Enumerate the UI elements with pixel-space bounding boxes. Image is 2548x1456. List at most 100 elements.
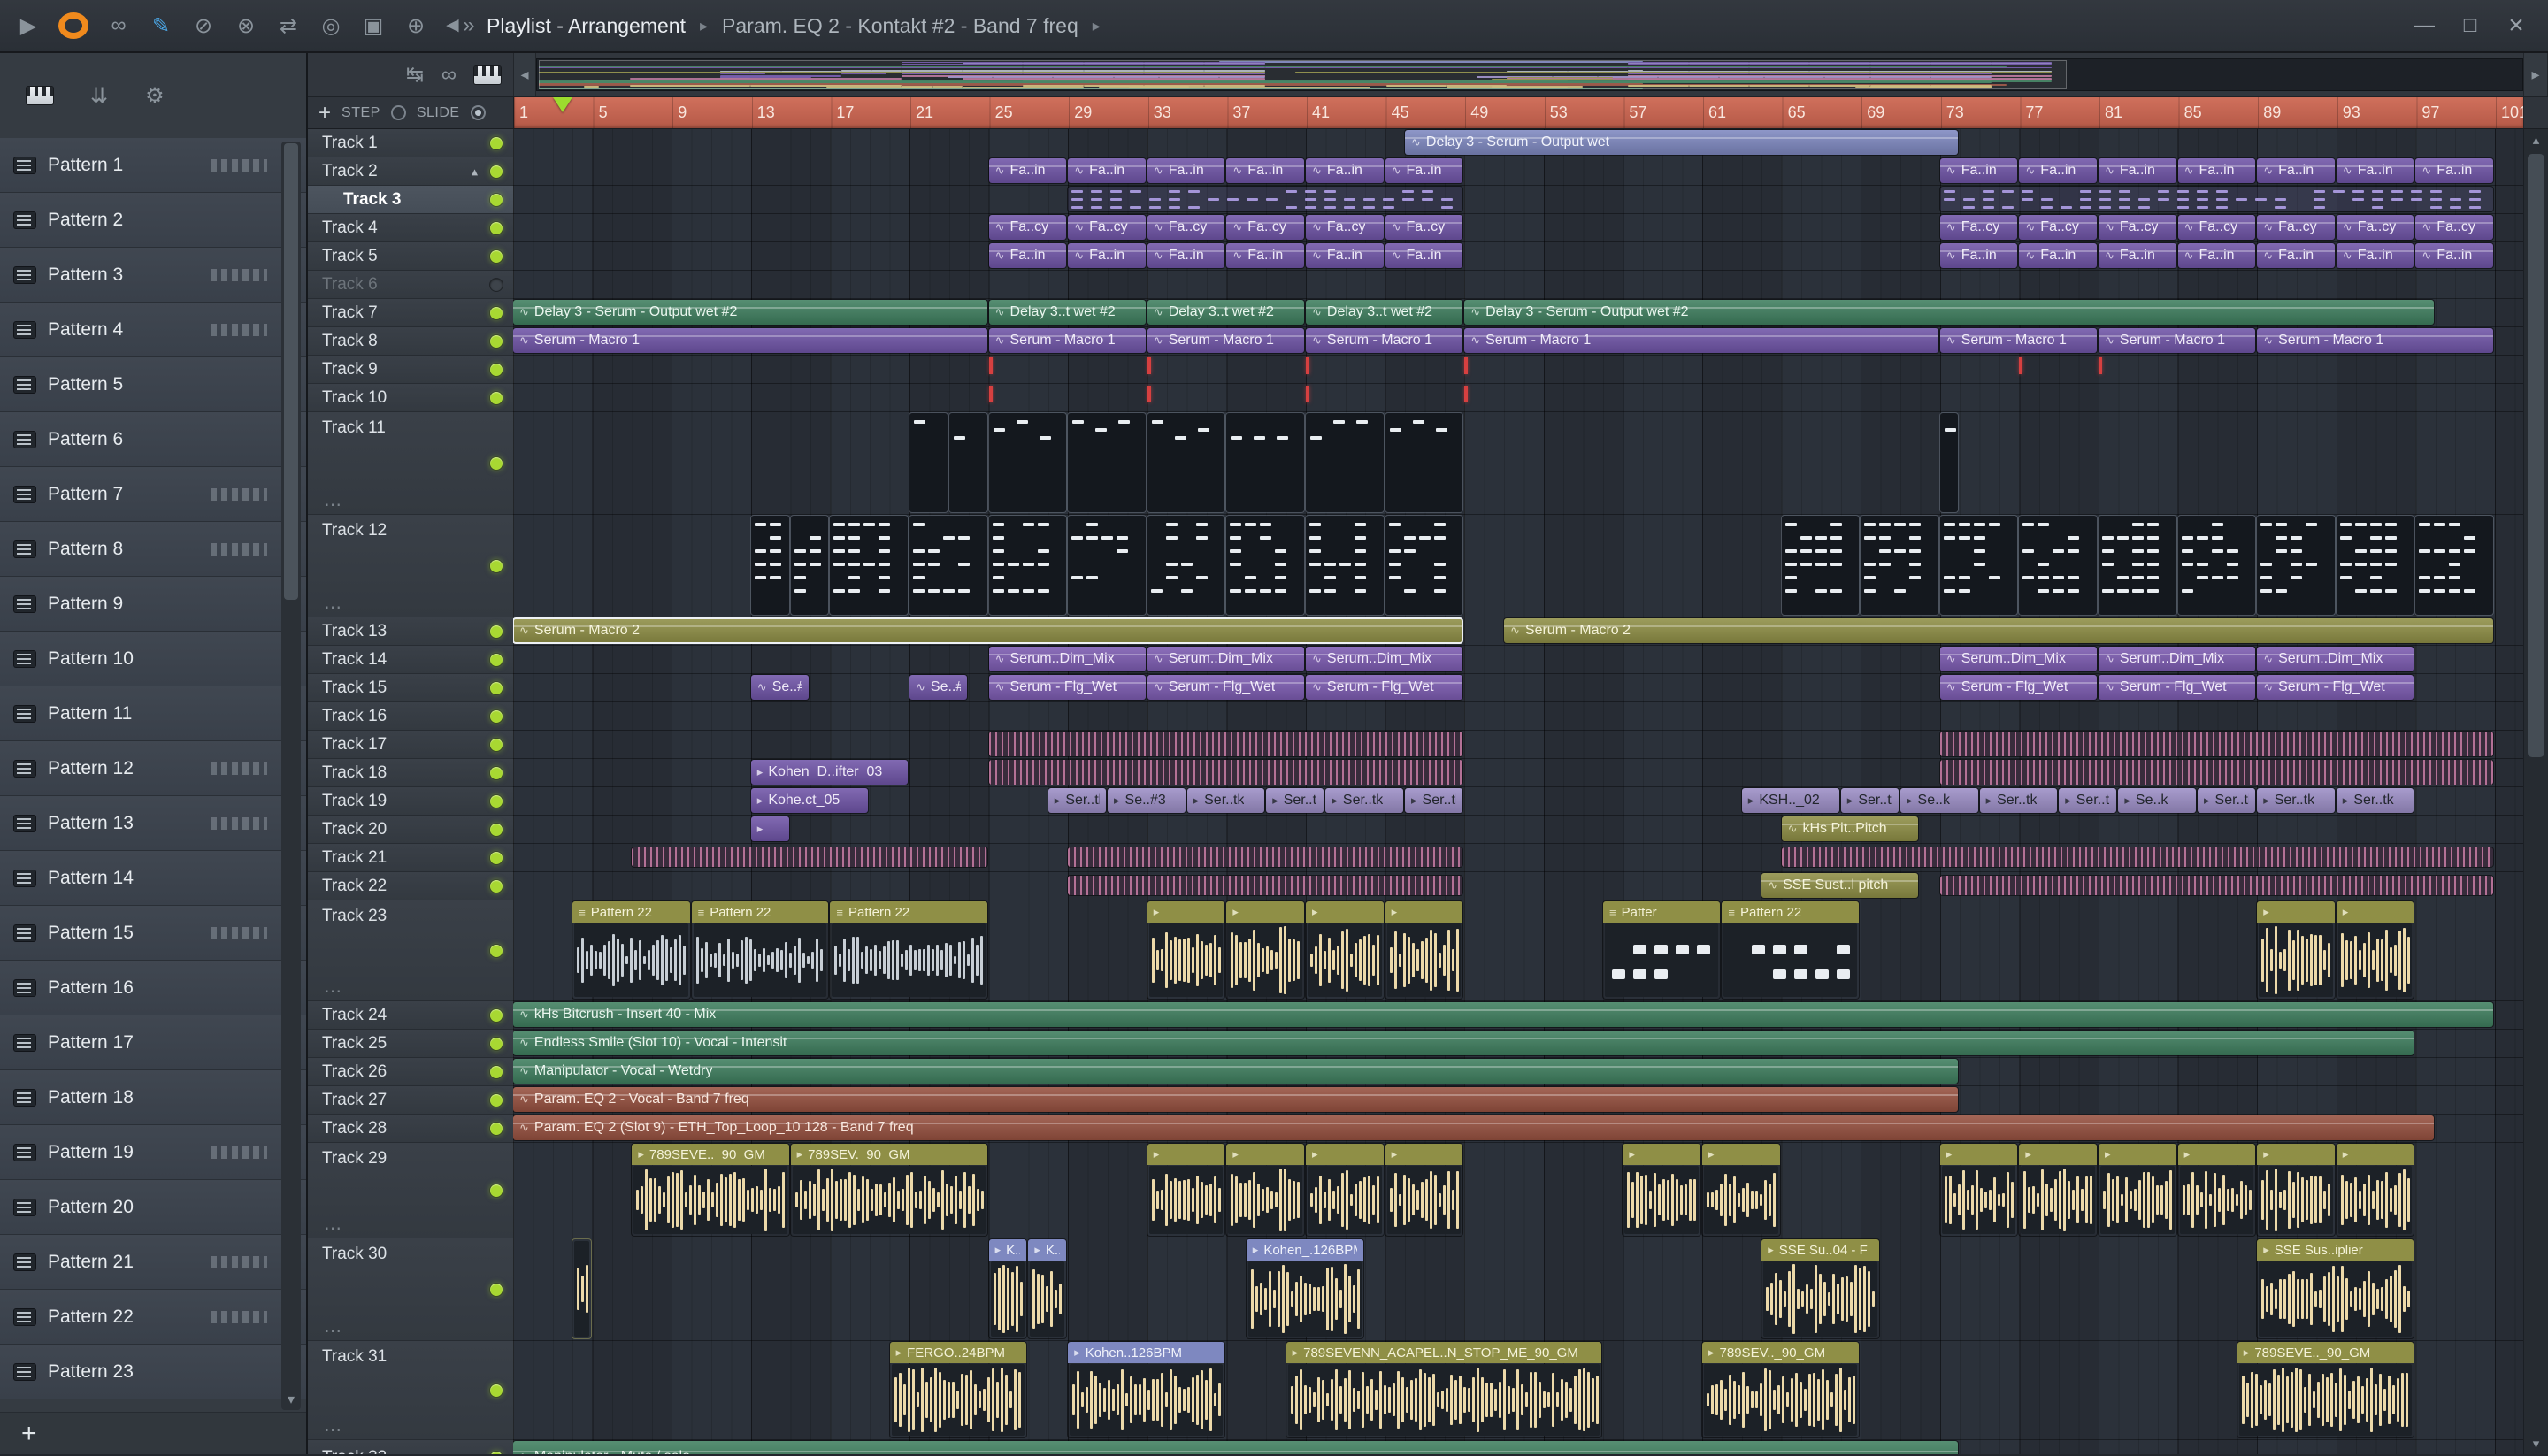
track-lane[interactable]: ▸ K..PM ▸ K..PM ▸ Kohen_.126BPM ▸ SSE Su..04 - … [513, 1238, 2523, 1341]
track-name[interactable]: Track 2 [308, 162, 378, 181]
clip[interactable]: ∿ Serum - Macro 1 [1464, 328, 1938, 353]
track-header[interactable]: Track 4 [308, 214, 513, 242]
midi-clip[interactable] [2415, 516, 2493, 615]
track-header[interactable]: Track 19 [308, 787, 513, 816]
clip[interactable]: ▸ 789SEV.._90_GM [1702, 1342, 1860, 1437]
piano-keys-icon[interactable] [474, 65, 501, 84]
midi-clip[interactable] [1385, 413, 1463, 512]
pattern-item[interactable]: Pattern 10 [0, 632, 306, 686]
mute-led[interactable] [490, 559, 503, 572]
clip[interactable]: ∿ Fa..cy [2177, 215, 2256, 240]
clip[interactable]: ∿ kHs Bitcrush - Insert 40 - Mix [513, 1002, 2493, 1027]
track-name[interactable]: Track 18 [308, 763, 387, 783]
track-size-grip[interactable]: ⋯ [324, 983, 342, 1000]
clip[interactable]: ∿ Fa..in [2257, 158, 2335, 183]
clip[interactable]: ▸ K..PM [1028, 1239, 1067, 1338]
fullscreen-icon[interactable]: ▣ [354, 6, 393, 45]
pattern-item[interactable]: Pattern 2 [0, 193, 306, 248]
clip[interactable]: ▸ [1385, 901, 1463, 999]
midi-clip[interactable] [1147, 516, 1225, 615]
track-header[interactable]: Track 10 [308, 384, 513, 412]
clip[interactable]: ∿ Endless Smile (Slot 10) - Vocal - Inten… [513, 1031, 2414, 1055]
clip[interactable]: ≡ Pattern 22 [691, 901, 829, 999]
clip[interactable]: ∿ Serum - Macro 1 [2099, 328, 2256, 353]
pattern-item[interactable]: Pattern 22 [0, 1290, 306, 1345]
scrollbar-thumb[interactable] [2528, 154, 2544, 757]
clip[interactable]: ▸ [1306, 1144, 1384, 1236]
clip[interactable]: ▸ [1226, 901, 1304, 999]
play-icon[interactable]: ▶ [9, 6, 48, 45]
clip[interactable]: ▸ SSE Sus..iplier [2257, 1239, 2414, 1338]
track-name[interactable]: Track 5 [308, 247, 378, 266]
close-button[interactable]: × [2493, 6, 2539, 45]
slide-link-icon[interactable]: ∞ [441, 63, 457, 88]
clip[interactable]: ▸ Kohen..126BPM [1068, 1342, 1225, 1437]
target-icon[interactable]: ◎ [311, 6, 350, 45]
track-name[interactable]: Track 14 [308, 650, 387, 670]
track-lane[interactable] [513, 731, 2523, 759]
clip[interactable]: ∿ Fa..cy [1939, 215, 2018, 240]
clip[interactable]: ∿ Serum - Macro 1 [513, 328, 987, 353]
clip[interactable]: ∿ SSE Sust..l pitch [1761, 873, 1919, 898]
mute-led[interactable] [490, 851, 503, 864]
clip[interactable] [1939, 732, 2493, 756]
clip[interactable]: ∿ Fa..in [1147, 243, 1225, 268]
mute-led[interactable] [490, 1122, 503, 1135]
clip[interactable]: ∿ Fa..cy [2415, 215, 2493, 240]
timeline-ruler[interactable]: 1 5 9 13 17 21 25 29 33 37 41 45 49 53 57 61 65 69 73 77 81 8… [513, 97, 2523, 128]
track-name[interactable]: Track 12 [308, 521, 387, 540]
gear-icon[interactable]: ⚙ [145, 83, 165, 109]
midi-clip[interactable] [988, 413, 1067, 512]
clip[interactable]: ∿ Fa..cy [2257, 215, 2335, 240]
midi-clip[interactable] [909, 516, 987, 615]
link-icon[interactable]: ∞ [99, 6, 138, 45]
track-lane[interactable]: ▸ ∿ kHs Pit..Pitch [513, 816, 2523, 844]
mute-led[interactable] [490, 766, 503, 779]
track-header[interactable]: Track 30 ⋯ [308, 1238, 513, 1341]
clip[interactable]: ∿ Fa..in [1385, 158, 1463, 183]
midi-clip[interactable] [2257, 516, 2335, 615]
clip[interactable]: ▸ [2336, 901, 2414, 999]
track-lane[interactable]: ∿ Serum - Macro 2 ∿ Serum - Macro 2 [513, 617, 2523, 646]
clip[interactable]: ▸ [1226, 1144, 1304, 1236]
pattern-item[interactable]: Pattern 17 [0, 1015, 306, 1070]
clip[interactable]: ∿ Serum..Dim_Mix [988, 647, 1146, 671]
clip[interactable]: ∿ Fa..in [2177, 243, 2256, 268]
track-header[interactable]: Track 16 [308, 702, 513, 731]
clip[interactable]: ▸ [1147, 901, 1225, 999]
midi-clip[interactable] [1306, 516, 1384, 615]
pattern-item[interactable]: Pattern 12 [0, 741, 306, 796]
pattern-item[interactable]: Pattern 5 [0, 357, 306, 412]
clip[interactable]: ▸ Ser..tk [2257, 788, 2335, 813]
track-size-grip[interactable]: ⋯ [324, 496, 342, 514]
scrollbar-track[interactable] [2524, 150, 2548, 1433]
slide-toggle[interactable] [470, 105, 486, 120]
track-header[interactable]: Track 32 [308, 1440, 513, 1454]
clip[interactable]: ≡ Patter [1603, 901, 1721, 999]
pattern-item[interactable]: Pattern 6 [0, 412, 306, 467]
collapse-arrow-icon[interactable]: ▴ [472, 164, 478, 179]
midi-clip[interactable] [2336, 516, 2414, 615]
clip[interactable]: ∿ Fa..in [1226, 158, 1304, 183]
clip[interactable] [988, 732, 1463, 756]
clip[interactable]: ∿ Se..#2 [909, 675, 968, 700]
detach-arrows-icon[interactable]: ↹ [406, 62, 424, 88]
track-lane[interactable]: ∿ Manipulator - Vocal - Wetdry [513, 1058, 2523, 1086]
track-name[interactable]: Track 7 [308, 303, 378, 323]
clip[interactable]: ∿ Serum - Flg_Wet [1147, 675, 1304, 700]
track-name[interactable]: Track 26 [308, 1062, 387, 1082]
track-header[interactable]: Track 13 [308, 617, 513, 646]
track-size-grip[interactable]: ⋯ [324, 1322, 342, 1340]
clip[interactable]: ▸ FERGO..24BPM [889, 1342, 1027, 1437]
clip[interactable]: ∿ Delay 3 - Serum - Output wet #2 [513, 300, 987, 325]
mute-led[interactable] [490, 249, 503, 263]
midi-clip[interactable] [1226, 413, 1304, 512]
track-name[interactable]: Track 9 [308, 360, 378, 379]
fl-logo[interactable] [58, 12, 88, 39]
clip[interactable]: ▸ Kohe.ct_05 [750, 788, 869, 813]
track-header[interactable]: Track 9 [308, 356, 513, 384]
track-header[interactable]: Track 27 [308, 1086, 513, 1115]
clip[interactable]: ▸ Se..k [2118, 788, 2196, 813]
scroll-down-icon[interactable]: ▾ [281, 1391, 301, 1408]
track-header[interactable]: Track 6 [308, 271, 513, 299]
